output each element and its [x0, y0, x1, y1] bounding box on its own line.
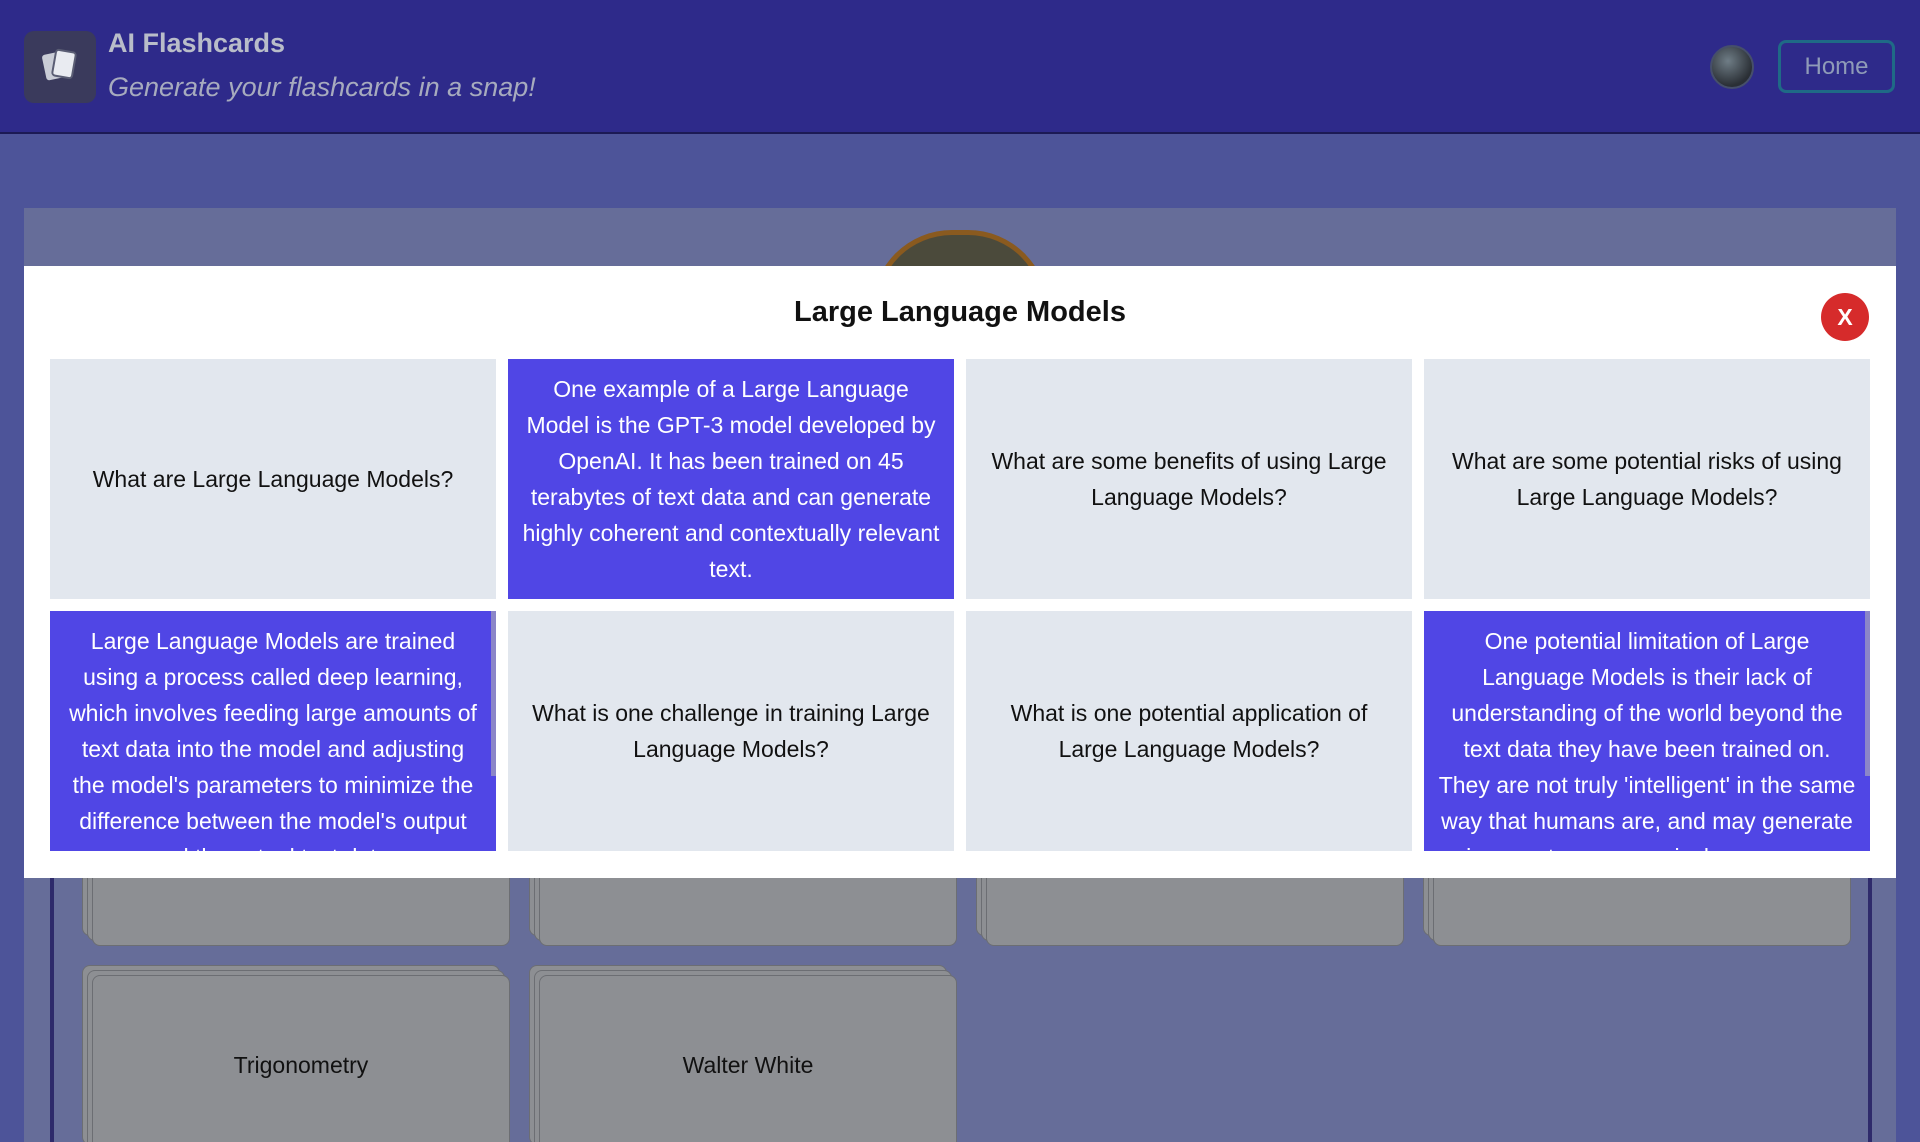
flashcard-text: What are some benefits of using Large La… — [991, 448, 1387, 510]
flashcard-text: What are Large Language Models? — [92, 466, 454, 492]
flashcard-flipped[interactable]: One potential limitation of Large Langua… — [1424, 611, 1870, 851]
flashcard-modal: Large Language Models X What are Large L… — [24, 266, 1896, 878]
app-logo — [24, 31, 96, 103]
deck-card-trigonometry[interactable]: Trigonometry — [92, 975, 510, 1142]
flashcard-text: One potential limitation of Large Langua… — [1438, 628, 1856, 851]
flashcard-grid: What are Large Language Models? One exam… — [50, 359, 1870, 851]
flashcard[interactable]: What are some benefits of using Large La… — [966, 359, 1412, 599]
flashcard-flipped[interactable]: Large Language Models are trained using … — [50, 611, 496, 851]
flashcard-text: What are some potential risks of using L… — [1452, 448, 1842, 510]
flashcard-flipped[interactable]: One example of a Large Language Model is… — [508, 359, 954, 599]
cards-icon — [38, 43, 82, 92]
user-avatar[interactable] — [1710, 45, 1754, 89]
flashcard[interactable]: What are Large Language Models? — [50, 359, 496, 599]
flashcard[interactable]: What is one challenge in training Large … — [508, 611, 954, 851]
close-button[interactable]: X — [1821, 293, 1869, 341]
flashcard-text: Large Language Models are trained using … — [69, 628, 477, 851]
flashcard-text: What is one potential application of Lar… — [1010, 700, 1368, 762]
flashcard[interactable]: What are some potential risks of using L… — [1424, 359, 1870, 599]
flashcard-text: One example of a Large Language Model is… — [522, 376, 940, 582]
deck-title: Walter White — [682, 1051, 814, 1078]
home-button[interactable]: Home — [1778, 40, 1895, 93]
flashcard-text: What is one challenge in training Large … — [532, 700, 930, 762]
deck-card-walter-white[interactable]: Walter White — [539, 975, 957, 1142]
deck-title: Trigonometry — [233, 1051, 369, 1078]
modal-title: Large Language Models — [794, 296, 1126, 328]
app-subtitle: Generate your flashcards in a snap! — [108, 72, 536, 102]
flashcard[interactable]: What is one potential application of Lar… — [966, 611, 1412, 851]
app-title: AI Flashcards — [108, 28, 286, 58]
app-header: AI Flashcards Generate your flashcards i… — [0, 0, 1920, 134]
